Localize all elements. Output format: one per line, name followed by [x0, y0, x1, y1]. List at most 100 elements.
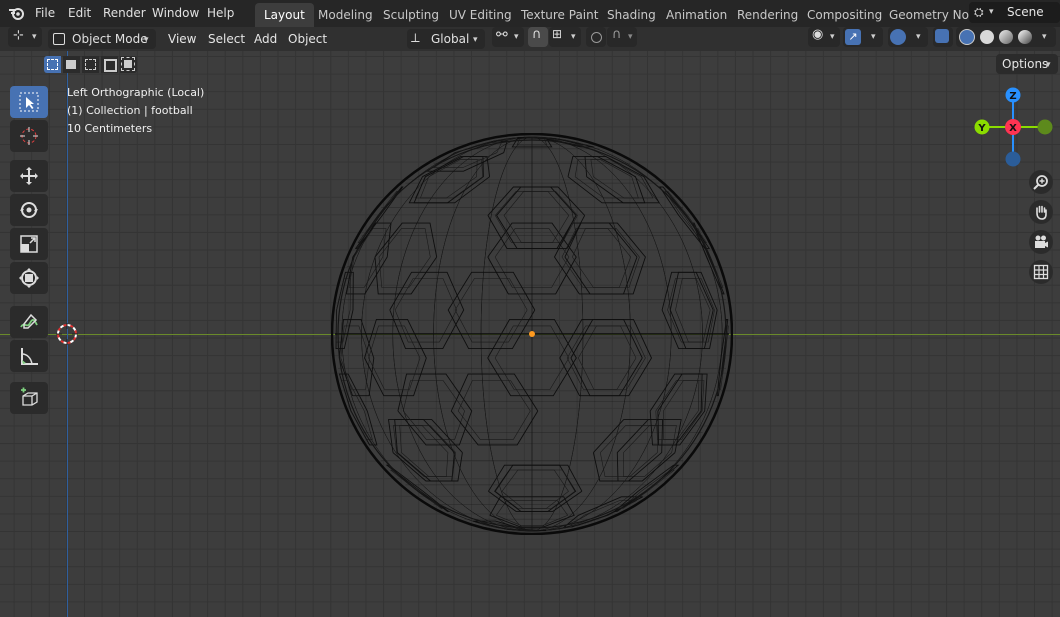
tab-uv-editing[interactable]: UV Editing: [440, 3, 521, 27]
tool-cursor[interactable]: [10, 120, 48, 152]
chevron-down-icon: ▾: [473, 35, 478, 45]
xray-icon: [935, 29, 949, 43]
chevron-down-icon: ▾: [989, 7, 994, 17]
menu-view[interactable]: View: [168, 29, 196, 49]
tool-transform[interactable]: [10, 262, 48, 294]
tool-add-cube[interactable]: [10, 382, 48, 414]
view-name: Left Orthographic (Local): [67, 86, 205, 99]
collection-info: (1) Collection | football: [67, 104, 193, 117]
scene-selector[interactable]: ⛭ ▾ Scene: [969, 2, 1060, 23]
gizmo-z-label: Z: [1009, 91, 1016, 102]
falloff-button[interactable]: ∩ ▾: [607, 27, 637, 47]
camera-icon: [1035, 235, 1048, 248]
eye-icon: ◉: [812, 27, 824, 42]
xray-toggle[interactable]: [933, 27, 953, 47]
3d-cursor-icon[interactable]: [55, 322, 79, 346]
pivot-point-button[interactable]: ⚯ ▾: [492, 27, 524, 47]
wireframe-shading-icon[interactable]: [959, 29, 975, 45]
tool-rotate[interactable]: [10, 194, 48, 226]
chevron-down-icon[interactable]: ▾: [1042, 32, 1047, 42]
zoom-button[interactable]: [1029, 170, 1053, 194]
chevron-down-icon: ▾: [32, 32, 37, 42]
select-extend-icon[interactable]: [63, 56, 80, 73]
menu-render[interactable]: Render: [103, 0, 146, 27]
object-mode-icon: [53, 33, 65, 45]
measure-icon: [21, 348, 38, 365]
camera-view-button[interactable]: [1029, 230, 1053, 254]
menu-object[interactable]: Object: [288, 29, 327, 49]
selection-mode-buttons: [44, 56, 140, 73]
tool-annotate[interactable]: [10, 306, 48, 338]
tab-texture-paint[interactable]: Texture Paint: [512, 3, 607, 27]
scene-name: Scene: [1007, 5, 1044, 19]
pan-button[interactable]: [1029, 200, 1053, 224]
falloff-curve-icon: ∩: [612, 27, 622, 42]
menu-select[interactable]: Select: [208, 29, 245, 49]
select-new-icon[interactable]: [44, 56, 61, 73]
grid-scale: 10 Centimeters: [67, 122, 153, 135]
chevron-down-icon: ▾: [1046, 60, 1051, 70]
chevron-down-icon: ▾: [571, 32, 576, 42]
navigation-gizmo[interactable]: Z Y X: [970, 84, 1056, 170]
solid-shading-icon[interactable]: [980, 30, 994, 44]
ortho-toggle-button[interactable]: [1029, 260, 1053, 284]
tab-sculpting[interactable]: Sculpting: [374, 3, 448, 27]
move-icon: [20, 167, 38, 185]
orientation-dropdown[interactable]: ⟂ Global ▾: [407, 29, 485, 49]
top-bar: File Edit Render Window Help Layout Mode…: [0, 0, 1060, 27]
select-invert-icon[interactable]: [101, 56, 118, 73]
annotate-icon: [20, 313, 38, 329]
tab-rendering[interactable]: Rendering: [728, 3, 807, 27]
menu-add[interactable]: Add: [254, 29, 277, 49]
chevron-down-icon: ▾: [871, 32, 876, 42]
scale-icon: [20, 235, 38, 253]
snap-toggle[interactable]: ∩: [528, 27, 548, 47]
options-dropdown[interactable]: Options ▾: [996, 54, 1058, 74]
shading-buttons: ▾: [956, 27, 1056, 47]
tool-select-box[interactable]: [10, 86, 48, 118]
zoom-icon: [1033, 175, 1048, 190]
tool-scale[interactable]: [10, 228, 48, 260]
tab-geometry-nodes[interactable]: Geometry Noc: [880, 3, 970, 27]
rendered-shading-icon[interactable]: [1018, 30, 1032, 44]
tab-shading[interactable]: Shading: [598, 3, 665, 27]
tab-compositing[interactable]: Compositing: [798, 3, 891, 27]
menu-file[interactable]: File: [35, 0, 55, 27]
tool-move[interactable]: [10, 160, 48, 192]
menu-window[interactable]: Window: [152, 0, 199, 27]
tab-layout[interactable]: Layout: [255, 3, 314, 27]
scene-icon: ⛭: [974, 5, 984, 19]
menu-help[interactable]: Help: [207, 0, 234, 27]
snap-increment-icon: ⊞: [552, 27, 563, 41]
options-label: Options: [1002, 57, 1049, 71]
cursor-icon: [20, 127, 38, 145]
select-intersect-icon[interactable]: [120, 56, 137, 73]
football-wireframe[interactable]: [331, 133, 733, 535]
gizmo-toggle[interactable]: ↗ ▾: [843, 27, 883, 47]
mode-label: Object Mode: [72, 32, 148, 46]
object-origin: [529, 331, 535, 337]
tab-animation[interactable]: Animation: [657, 3, 736, 27]
overlays-toggle[interactable]: ▾: [888, 27, 928, 47]
menu-edit[interactable]: Edit: [68, 0, 91, 27]
mode-dropdown[interactable]: Object Mode ▾: [48, 29, 156, 49]
axes-icon: ⊹: [13, 28, 24, 43]
visibility-button[interactable]: ◉ ▾: [808, 27, 840, 47]
transform-icon: [19, 268, 39, 288]
snap-target-button[interactable]: ⊞ ▾: [549, 27, 581, 47]
chevron-down-icon: ▾: [514, 32, 519, 42]
viewport-header: ⊹ ▾ Object Mode ▾ View Select Add Object…: [0, 27, 1060, 51]
add-cube-icon: [21, 387, 38, 406]
blender-logo-icon[interactable]: [8, 5, 26, 21]
tab-modeling[interactable]: Modeling: [309, 3, 382, 27]
gizmo-icon: ↗: [845, 29, 861, 45]
gizmo-x-label: X: [1009, 123, 1017, 134]
select-subtract-icon[interactable]: [82, 56, 99, 73]
proportional-edit-toggle[interactable]: [586, 27, 606, 47]
editor-type-button[interactable]: ⊹ ▾: [8, 27, 42, 47]
hand-pan-icon: [1036, 205, 1047, 220]
gizmo-y-label: Y: [977, 123, 986, 134]
tool-measure[interactable]: [10, 340, 48, 372]
material-shading-icon[interactable]: [999, 30, 1013, 44]
overlays-icon: [890, 29, 906, 45]
